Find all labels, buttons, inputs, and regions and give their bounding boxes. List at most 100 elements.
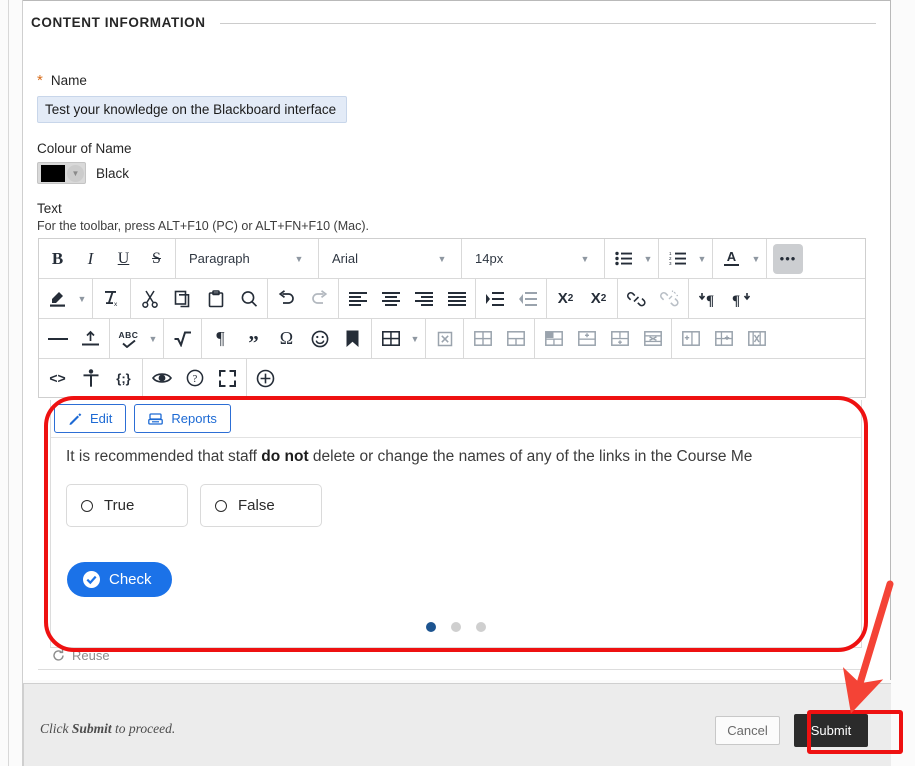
toolbar-group-font-family: Arial ▼ (319, 239, 462, 278)
italic-icon[interactable]: I (74, 240, 107, 278)
align-center-icon[interactable] (374, 280, 407, 318)
delete-table-icon[interactable] (428, 320, 461, 358)
underline-icon[interactable]: U (107, 240, 140, 278)
pagination-dot-2[interactable] (451, 622, 461, 632)
code-snippet-icon[interactable]: {;} (107, 359, 140, 397)
subscript-exp: 2 (600, 293, 607, 304)
table-row-props-icon[interactable] (466, 320, 499, 358)
clear-formatting-icon[interactable]: x (95, 280, 128, 318)
preview-tabs: Edit Reports (50, 400, 862, 433)
remove-link-icon[interactable] (653, 280, 686, 318)
insert-column-icon[interactable] (603, 320, 636, 358)
spellcheck-icon[interactable]: ABC (112, 320, 145, 358)
delete-row-icon[interactable] (636, 320, 669, 358)
tab-reports[interactable]: Reports (134, 404, 231, 433)
copy-icon[interactable] (166, 280, 199, 318)
indent-increase-icon[interactable] (478, 280, 511, 318)
find-replace-icon[interactable] (232, 280, 265, 318)
numbered-list-button[interactable]: 1 2 3 ▼ (661, 240, 710, 278)
emoticon-icon[interactable] (303, 320, 336, 358)
page-gutter-line-outer (8, 0, 9, 766)
special-character-icon[interactable]: Ω (270, 320, 303, 358)
choice-true[interactable]: True (66, 484, 188, 527)
pagination-dot-3[interactable] (476, 622, 486, 632)
toolbar-group-script: X2 X2 (547, 279, 618, 318)
toolbar-group-link (618, 279, 689, 318)
accessibility-checker-icon[interactable] (74, 359, 107, 397)
submit-button[interactable]: Submit (794, 714, 868, 747)
highlight-button[interactable]: ▼ (41, 280, 90, 318)
ltr-icon[interactable]: ¶ (691, 280, 724, 318)
question-text-bold: do not (261, 448, 309, 465)
align-justify-icon[interactable] (440, 280, 473, 318)
reuse-icon (53, 649, 64, 661)
tab-reports-label: Reports (171, 411, 217, 426)
paragraph-mark-icon[interactable]: ¶ (204, 320, 237, 358)
source-code-icon[interactable]: <> (41, 359, 74, 397)
font-size-select[interactable]: 14px ▼ (464, 240, 602, 278)
superscript-icon[interactable]: X2 (549, 280, 582, 318)
toolbar-row-1: B I U S Paragraph ▼ Arial ▼ 14px ▼ ▼ 1 2… (39, 239, 865, 279)
choice-false[interactable]: False (200, 484, 322, 527)
svg-text:¶: ¶ (706, 293, 714, 307)
bold-icon[interactable]: B (41, 240, 74, 278)
strikethrough-icon[interactable]: S (140, 240, 173, 278)
submit-hint-suffix: to proceed. (111, 721, 176, 736)
anchor-icon[interactable] (336, 320, 369, 358)
spellcheck-button[interactable]: ABC ▼ (112, 320, 161, 358)
chevron-down-icon: ▼ (148, 333, 158, 344)
table-cell-props-icon[interactable] (499, 320, 532, 358)
toolbar-group-more: ••• (767, 239, 865, 278)
reuse-row[interactable]: Reuse (52, 648, 110, 663)
choice-false-label: False (238, 497, 275, 514)
redo-icon[interactable] (303, 280, 336, 318)
help-icon[interactable]: ? (178, 359, 211, 397)
submit-hint: Click Submit to proceed. (40, 721, 175, 737)
undo-icon[interactable] (270, 280, 303, 318)
text-colour-button[interactable]: A ▼ (715, 240, 764, 278)
paragraph-format-select[interactable]: Paragraph ▼ (178, 240, 316, 278)
table-icon[interactable] (374, 320, 407, 358)
bulleted-list-button[interactable]: ▼ (607, 240, 656, 278)
colour-label: Colour of Name (37, 141, 132, 156)
align-left-icon[interactable] (341, 280, 374, 318)
insert-row-above-icon[interactable] (570, 320, 603, 358)
paste-icon[interactable] (199, 280, 232, 318)
name-input[interactable] (37, 96, 347, 123)
rtl-icon[interactable]: ¶ (724, 280, 757, 318)
radio-icon (215, 499, 227, 512)
delete-column-icon[interactable] (740, 320, 773, 358)
check-button[interactable]: Check (67, 562, 172, 597)
insert-row-below-icon[interactable] (674, 320, 707, 358)
insert-column-after-icon[interactable] (707, 320, 740, 358)
preview-icon[interactable] (145, 359, 178, 397)
font-family-select[interactable]: Arial ▼ (321, 240, 459, 278)
cancel-button[interactable]: Cancel (715, 716, 780, 745)
text-colour-icon[interactable]: A (715, 240, 748, 278)
tab-edit[interactable]: Edit (54, 404, 127, 433)
table-button[interactable]: ▼ (374, 320, 423, 358)
chevron-down-icon: ▼ (410, 333, 420, 344)
toolbar-group-add-content (247, 359, 865, 397)
subscript-icon[interactable]: X2 (582, 280, 615, 318)
page-break-icon[interactable] (74, 320, 107, 358)
colour-row: ▼ Black (37, 162, 132, 184)
svg-text:3: 3 (669, 261, 672, 266)
numbered-list-icon[interactable]: 1 2 3 (661, 240, 694, 278)
add-content-icon[interactable] (249, 359, 282, 397)
question-text-suffix: delete or change the names of any of the… (308, 448, 753, 465)
merge-cells-icon[interactable] (537, 320, 570, 358)
cut-icon[interactable] (133, 280, 166, 318)
indent-decrease-icon[interactable] (511, 280, 544, 318)
fullscreen-icon[interactable] (211, 359, 244, 397)
highlight-icon[interactable] (41, 280, 74, 318)
blockquote-icon[interactable]: ” (237, 320, 270, 358)
pagination-dot-1[interactable] (426, 622, 436, 632)
bulleted-list-icon[interactable] (607, 240, 640, 278)
align-right-icon[interactable] (407, 280, 440, 318)
colour-picker-button[interactable]: ▼ (37, 162, 86, 184)
horizontal-rule-icon[interactable] (41, 320, 74, 358)
insert-link-icon[interactable] (620, 280, 653, 318)
math-formula-icon[interactable] (166, 320, 199, 358)
more-options-icon[interactable]: ••• (773, 243, 803, 274)
